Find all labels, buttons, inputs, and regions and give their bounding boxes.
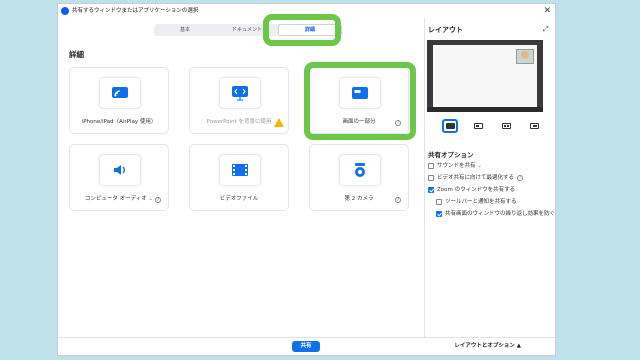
share-button[interactable]: 共有	[292, 341, 320, 352]
tile-label: 第 2 カメラ	[344, 196, 374, 202]
share-zoom-windows-checkbox[interactable]	[428, 186, 434, 193]
tab-basic[interactable]: 基本	[154, 24, 216, 36]
tile-label: コンピュータ オーディオ ⌄	[84, 196, 154, 202]
section-title: 詳細	[69, 50, 84, 59]
share-toolbar-checkbox[interactable]	[436, 198, 442, 205]
tile-video-file[interactable]: ビデオファイル	[189, 144, 289, 211]
highlight-advanced-tab	[263, 14, 341, 46]
option-share-zoom-windows[interactable]: Zoom のウィンドウを共有する	[428, 185, 515, 193]
tile-computer-audio[interactable]: コンピュータ オーディオ ⌄ ?	[69, 144, 169, 211]
share-options-title: 共有オプション	[428, 151, 474, 159]
info-icon[interactable]: ?	[155, 197, 161, 203]
layout-speaker-icon[interactable]	[526, 119, 542, 133]
bottom-bar: 共有 レイアウトとオプション ▲	[58, 337, 555, 355]
speaker-icon	[100, 155, 140, 185]
tile-label: ビデオファイル	[219, 196, 259, 202]
tile-powerpoint-background[interactable]: PowerPoint を背景に使用	[189, 67, 289, 134]
share-dialog: 共有するウィンドウまたはアプリケーションの選択 ✕ 基本 ドキュメント 詳細 詳…	[57, 3, 556, 356]
highlight-portion-tile	[304, 62, 416, 140]
warning-icon	[274, 118, 284, 127]
film-icon	[220, 155, 260, 185]
info-icon[interactable]: ?	[517, 174, 524, 181]
option-share-toolbar[interactable]: ツールバーと通知を共有する	[436, 197, 517, 205]
layout-options-button[interactable]: レイアウトとオプション ▲	[454, 341, 521, 352]
share-sound-checkbox[interactable]	[428, 162, 434, 169]
airplay-icon	[100, 78, 140, 108]
tile-label: iPhone/iPad（AirPlay 使用）	[81, 119, 157, 125]
tile-second-camera[interactable]: 第 2 カメラ ?	[309, 144, 409, 211]
powerpoint-background-icon	[220, 78, 260, 108]
tile-airplay[interactable]: iPhone/iPad（AirPlay 使用）	[69, 67, 169, 134]
optimize-video-checkbox[interactable]	[428, 174, 434, 181]
prevent-mirror-checkbox[interactable]	[436, 210, 442, 217]
option-share-sound[interactable]: サウンドを共有 ⌄	[428, 161, 482, 169]
layout-title: レイアウト	[428, 26, 463, 34]
expand-icon[interactable]: ⤢	[543, 25, 549, 34]
option-prevent-mirror[interactable]: 共有画面のウィンドウの繰り返し効果を防ぐ	[436, 209, 555, 217]
layout-side-by-side-icon[interactable]	[498, 119, 514, 133]
preview-toolbar	[427, 107, 543, 112]
zoom-app-icon	[61, 7, 69, 15]
layout-preview	[427, 40, 543, 112]
window-title: 共有するウィンドウまたはアプリケーションの選択	[72, 8, 199, 14]
layout-picture-in-picture-icon[interactable]	[470, 119, 486, 133]
close-icon[interactable]: ✕	[543, 5, 551, 17]
layout-options	[442, 119, 542, 135]
info-icon[interactable]: ?	[395, 197, 401, 203]
preview-screen	[433, 45, 537, 107]
camera-icon	[340, 155, 380, 185]
preview-person	[521, 51, 529, 59]
panel-divider	[424, 18, 425, 339]
option-optimize-video[interactable]: ビデオ共有に向けて最適化する?	[428, 173, 524, 181]
layout-screen-only-icon[interactable]	[442, 119, 458, 133]
